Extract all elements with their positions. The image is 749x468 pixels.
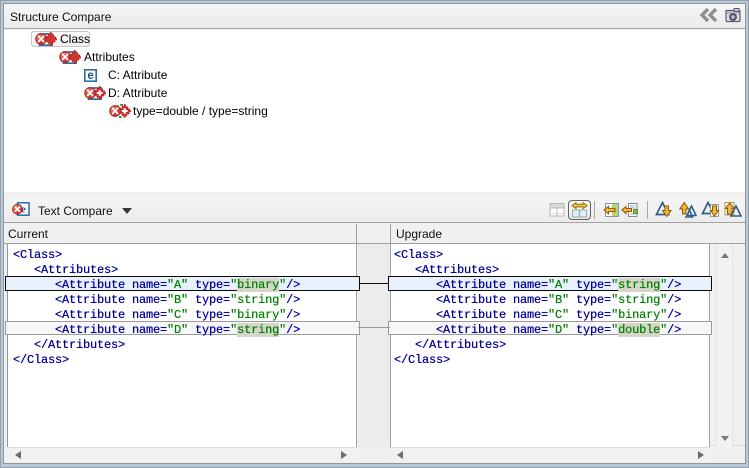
svg-text:e: e [87,70,93,82]
